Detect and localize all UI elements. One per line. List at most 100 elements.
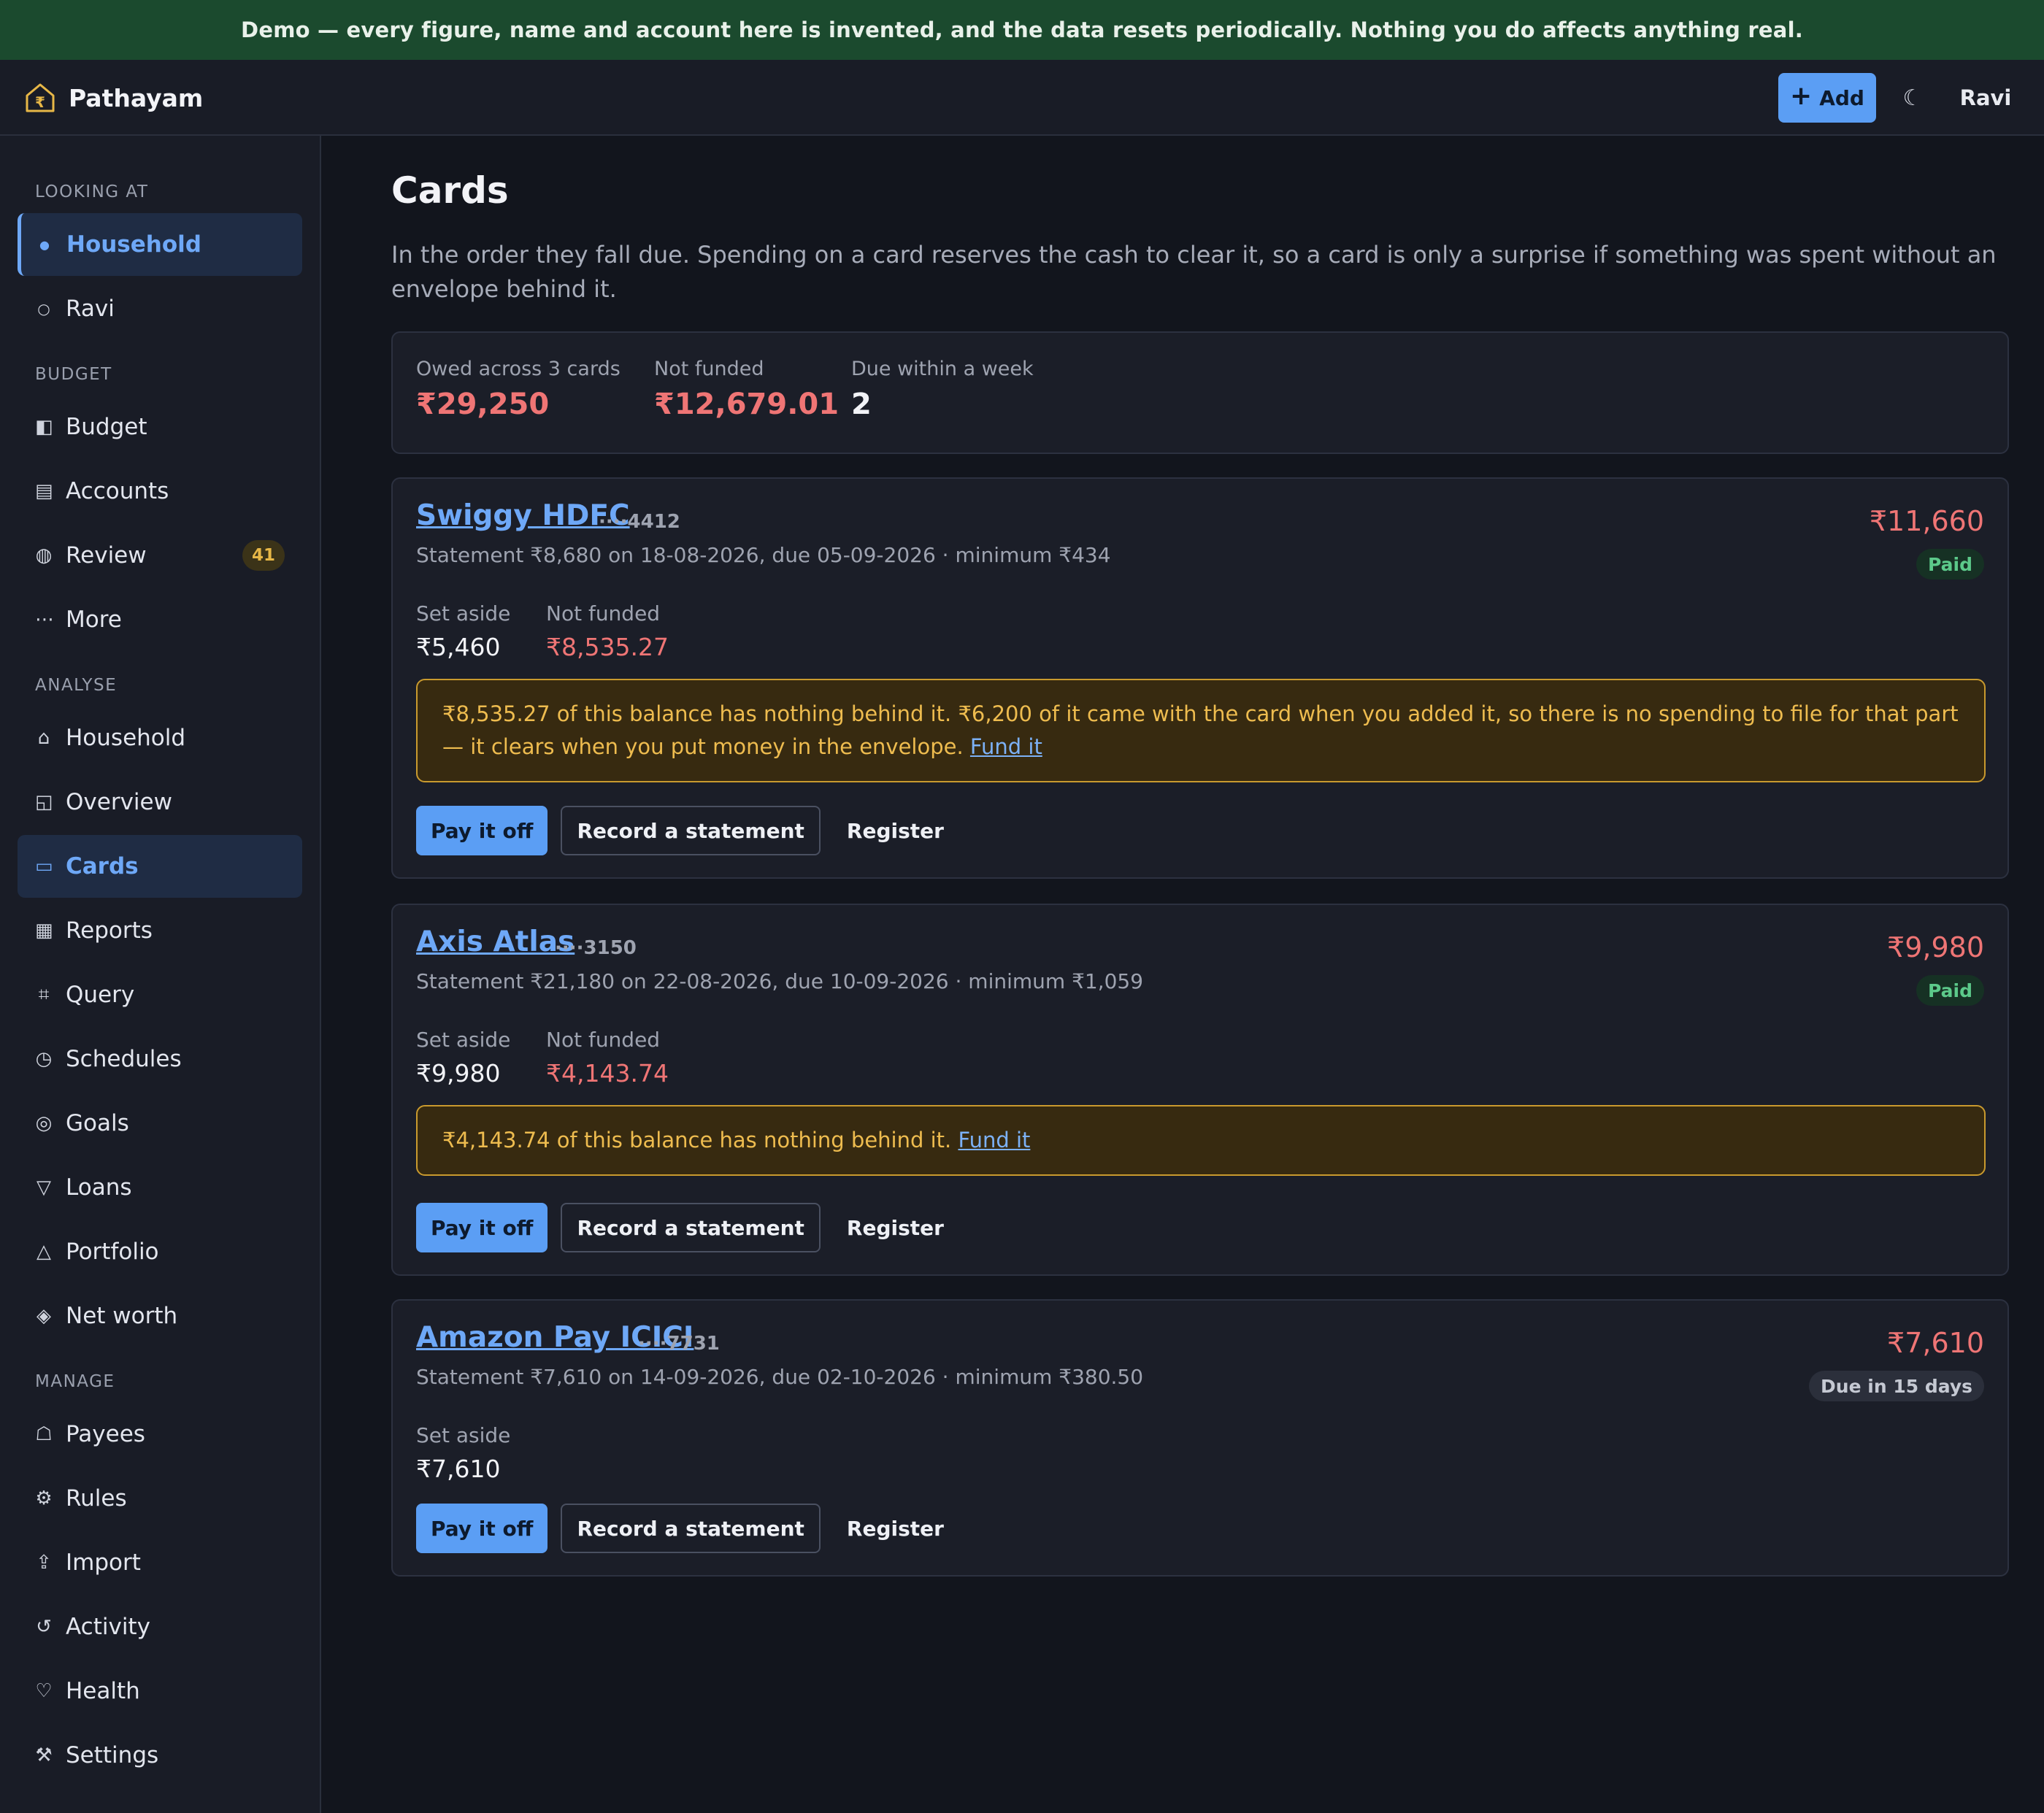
sidebar-item-label: Ravi xyxy=(66,296,115,322)
not-funded-value: ₹8,535.27 xyxy=(546,633,669,661)
review-icon: ◍ xyxy=(35,544,53,566)
payees-icon: ☖ xyxy=(35,1423,53,1445)
sidebar-item-label: Budget xyxy=(66,414,147,440)
card-name-link[interactable]: Axis Atlas xyxy=(416,925,575,958)
stat-label: Due within a week xyxy=(851,358,1034,380)
sidebar-item-overview[interactable]: ◱ Overview xyxy=(18,771,302,834)
card-name-link[interactable]: Swiggy HDFC xyxy=(416,499,630,532)
top-bar: ₹ Pathayam + Add ☾ Ravi xyxy=(0,60,2044,136)
card-statement-info: Statement ₹7,610 on 14-09-2026, due 02-1… xyxy=(416,1365,1144,1389)
stat-owed: Owed across 3 cards ₹29,250 xyxy=(416,358,620,421)
set-aside: Set aside ₹9,980 xyxy=(416,1028,510,1088)
query-icon: ⌗ xyxy=(38,983,50,1006)
set-aside-value: ₹7,610 xyxy=(416,1455,501,1483)
sidebar-item-health[interactable]: ♡ Health xyxy=(18,1660,302,1722)
pay-it-off-button[interactable]: Pay it off xyxy=(416,1504,548,1553)
sidebar-item-rules[interactable]: ⚙ Rules xyxy=(18,1467,302,1530)
history-icon: ↺ xyxy=(36,1616,52,1638)
sidebar-item-label: Accounts xyxy=(66,478,169,504)
loans-icon: ▽ xyxy=(36,1177,51,1198)
not-funded: Not funded ₹8,535.27 xyxy=(546,601,669,661)
sidebar-item-payees[interactable]: ☖ Payees xyxy=(18,1403,302,1466)
diamond-icon: ◈ xyxy=(36,1305,51,1327)
sidebar-item-label: Query xyxy=(66,982,135,1008)
pay-it-off-button[interactable]: Pay it off xyxy=(416,1203,548,1252)
sidebar-item-label: Rules xyxy=(66,1485,127,1512)
register-button[interactable]: Register xyxy=(834,1504,957,1553)
sidebar-item-label: Health xyxy=(66,1678,140,1704)
card-statement-info: Statement ₹8,680 on 18-08-2026, due 05-0… xyxy=(416,543,1111,567)
plus-icon: + xyxy=(1790,81,1813,111)
sidebar-item-label: Overview xyxy=(66,789,172,815)
fund-it-link[interactable]: Fund it xyxy=(958,1128,1030,1152)
fund-it-link[interactable]: Fund it xyxy=(970,734,1042,759)
sidebar-item-settings[interactable]: ⚒ Settings xyxy=(18,1724,302,1787)
sidebar-item-household[interactable]: ⌂ Household xyxy=(18,707,302,769)
heart-icon: ♡ xyxy=(35,1680,53,1702)
sidebar-heading-analyse: ANALYSE xyxy=(35,676,118,695)
sidebar-item-label: Household xyxy=(66,725,186,751)
set-aside: Set aside ₹7,610 xyxy=(416,1423,510,1483)
sidebar-item-label: Loans xyxy=(66,1174,132,1201)
tools-icon: ⚒ xyxy=(35,1744,53,1766)
add-button[interactable]: + Add xyxy=(1778,73,1876,123)
sidebar-item-accounts[interactable]: ▤ Accounts xyxy=(18,460,302,523)
reports-icon: ▦ xyxy=(35,920,53,942)
stat-label: Owed across 3 cards xyxy=(416,358,620,380)
theme-toggle-moon-icon[interactable]: ☾ xyxy=(1897,73,1929,123)
page-title: Cards xyxy=(391,169,509,212)
sidebar-item-more[interactable]: ⋯ More xyxy=(18,588,302,651)
card-balance: ₹9,980 xyxy=(1887,931,1984,963)
card-amazon-pay-icici: Amazon Pay ICICI ····7731 Statement ₹7,6… xyxy=(391,1299,2009,1577)
sidebar-item-label: Net worth xyxy=(66,1303,178,1329)
sidebar-item-reports[interactable]: ▦ Reports xyxy=(18,899,302,962)
review-count-badge: 41 xyxy=(242,540,285,571)
sidebar-item-portfolio[interactable]: △ Portfolio xyxy=(18,1220,302,1283)
register-button[interactable]: Register xyxy=(834,806,957,855)
warning-text: ₹8,535.27 of this balance has nothing be… xyxy=(442,701,1959,759)
sidebar-heading-manage: MANAGE xyxy=(35,1372,115,1391)
sidebar-item-cards[interactable]: ▭ Cards xyxy=(18,835,302,898)
user-menu[interactable]: Ravi xyxy=(1951,73,2021,123)
sidebar-item-schedules[interactable]: ◷ Schedules xyxy=(18,1028,302,1090)
house-rupee-icon: ₹ xyxy=(23,81,57,115)
sidebar-item-label: Goals xyxy=(66,1110,129,1136)
sidebar-item-label: Portfolio xyxy=(66,1239,159,1265)
card-statement-info: Statement ₹21,180 on 22-08-2026, due 10-… xyxy=(416,969,1144,993)
sidebar-item-review[interactable]: ◍ Review 41 xyxy=(18,524,302,587)
svg-text:₹: ₹ xyxy=(35,93,45,111)
sidebar-item-activity[interactable]: ↺ Activity xyxy=(18,1595,302,1658)
set-aside-label: Set aside xyxy=(416,601,511,625)
card-number-mask: ····7731 xyxy=(638,1333,720,1355)
sidebar: LOOKING AT ● Household ○ Ravi BUDGET ◧ B… xyxy=(0,136,321,1813)
sidebar-item-label: Payees xyxy=(66,1421,145,1447)
sidebar-item-net-worth[interactable]: ◈ Net worth xyxy=(18,1285,302,1347)
sidebar-item-household-scope[interactable]: ● Household xyxy=(18,213,302,276)
warning-text: ₹4,143.74 of this balance has nothing be… xyxy=(442,1128,952,1152)
record-statement-button[interactable]: Record a statement xyxy=(561,1203,821,1252)
upload-icon: ⇪ xyxy=(36,1552,52,1574)
card-icon: ▭ xyxy=(35,855,53,877)
pay-it-off-button[interactable]: Pay it off xyxy=(416,806,548,855)
sidebar-item-label: Household xyxy=(66,231,201,258)
brand[interactable]: ₹ Pathayam xyxy=(23,60,203,136)
not-funded-value: ₹4,143.74 xyxy=(546,1059,669,1088)
gear-icon: ⚙ xyxy=(35,1487,53,1509)
overview-icon: ◱ xyxy=(35,791,53,813)
stat-value: ₹29,250 xyxy=(416,388,550,421)
sidebar-item-label: Settings xyxy=(66,1742,159,1768)
sidebar-item-budget[interactable]: ◧ Budget xyxy=(18,396,302,458)
register-button[interactable]: Register xyxy=(834,1203,957,1252)
sidebar-item-import[interactable]: ⇪ Import xyxy=(18,1531,302,1594)
add-button-label: Add xyxy=(1819,85,1864,110)
sidebar-item-goals[interactable]: ◎ Goals xyxy=(18,1092,302,1155)
sidebar-heading-looking-at: LOOKING AT xyxy=(35,182,149,201)
not-funded: Not funded ₹4,143.74 xyxy=(546,1028,669,1088)
record-statement-button[interactable]: Record a statement xyxy=(561,806,821,855)
sidebar-item-label: Reports xyxy=(66,917,153,944)
record-statement-button[interactable]: Record a statement xyxy=(561,1504,821,1553)
card-number-mask: ····3150 xyxy=(555,937,637,959)
sidebar-item-ravi-scope[interactable]: ○ Ravi xyxy=(18,277,302,340)
sidebar-item-query[interactable]: ⌗ Query xyxy=(18,963,302,1026)
sidebar-item-loans[interactable]: ▽ Loans xyxy=(18,1156,302,1219)
